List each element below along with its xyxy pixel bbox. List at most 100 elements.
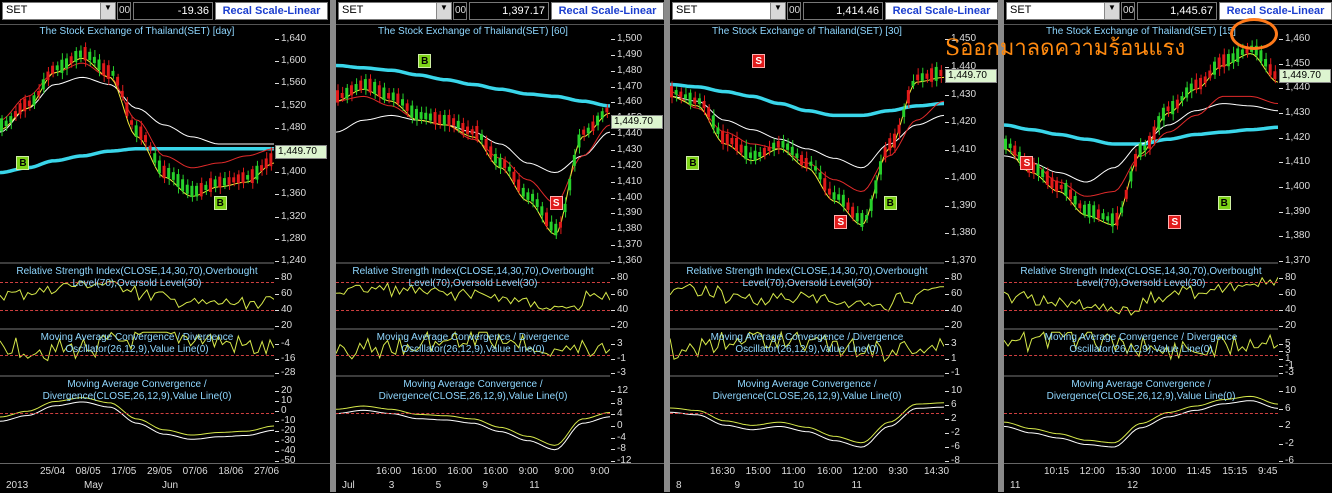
time-tick-label: 15:30: [1115, 466, 1141, 477]
candle: [377, 85, 381, 97]
sell-signal-marker[interactable]: S: [1020, 155, 1034, 170]
candle: [1222, 54, 1226, 68]
axis-tick-label: 20: [1278, 320, 1297, 331]
candle: [18, 103, 22, 115]
date-tick-label: 10: [793, 480, 805, 491]
candle: [721, 130, 725, 144]
candle: [255, 165, 259, 180]
candle: [558, 221, 562, 228]
level-line: [0, 310, 274, 312]
sell-signal-marker[interactable]: S: [1168, 215, 1182, 230]
candle: [531, 193, 535, 202]
candle: [157, 160, 161, 174]
candle: [670, 85, 673, 98]
candle: [213, 179, 217, 187]
price-axis[interactable]: 1,460 1,450 1,440 1,430 1,420 1,410 1,400 1,390…: [1278, 25, 1332, 466]
buy-signal-marker[interactable]: B: [418, 53, 432, 68]
axis-tick-label: 1,400: [610, 191, 643, 203]
candle: [1157, 116, 1161, 130]
date-tick-label: 8: [676, 480, 682, 491]
candle: [1008, 143, 1012, 148]
sell-signal-marker[interactable]: S: [834, 215, 848, 230]
time-axis[interactable]: 16:00 16:00 16:00 16:00 9:00 9:00 9:00 Jul 3 5 9 11: [336, 463, 666, 493]
zero-line: [336, 413, 610, 415]
candle: [767, 146, 771, 152]
candle: [1036, 164, 1040, 175]
candle: [1231, 53, 1235, 63]
candle: [674, 90, 678, 95]
buy-signal-marker[interactable]: B: [16, 155, 30, 170]
candle: [41, 79, 45, 90]
price-axis[interactable]: 1,5001,4901,4801,4701,4601,4501,4401,430…: [610, 25, 666, 466]
buy-signal-marker[interactable]: B: [686, 155, 700, 170]
axis-tick-label: 1,450: [1278, 57, 1311, 69]
panel-divider[interactable]: [998, 0, 1004, 492]
macd-title: Moving Average Convergence / Divergence(…: [378, 379, 568, 402]
candle: [27, 100, 31, 107]
candle: [1143, 145, 1147, 151]
panel-divider[interactable]: [330, 0, 336, 492]
price-axis[interactable]: 1,450 1,440 1,430 1,420 1,410 1,400 1,390 1,380…: [944, 25, 1000, 466]
candle: [800, 155, 804, 165]
time-axis[interactable]: 10:15 12:00 15:30 10:00 11:45 15:15 9:45 11 12: [1004, 463, 1332, 493]
time-axis[interactable]: 16:30 15:00 11:00 16:00 12:00 9:30 14:30 8 9 10 11: [670, 463, 1000, 493]
axis-tick-label: 60: [610, 288, 629, 299]
candle: [874, 180, 878, 194]
candle: [340, 92, 344, 98]
candle: [1175, 99, 1179, 109]
buy-signal-marker[interactable]: B: [213, 196, 227, 211]
candle: [438, 114, 442, 125]
candle: [730, 137, 734, 145]
candle: [753, 150, 757, 161]
time-tick-label: 12:00: [1079, 466, 1105, 477]
axis-tick-label: 3: [945, 338, 957, 349]
axis-tick-label: 1,420: [610, 159, 643, 171]
candle: [55, 65, 59, 71]
last-price-value: 1,449.70: [1282, 70, 1321, 81]
candle: [23, 98, 27, 112]
candle: [781, 140, 785, 148]
sell-signal-marker[interactable]: S: [549, 196, 563, 211]
candle: [195, 185, 199, 197]
candle: [1161, 107, 1165, 121]
last-price-value: 1,449.70: [614, 116, 653, 127]
osc-title: Moving Average Convergence / Divergence …: [710, 332, 904, 355]
candle: [37, 90, 41, 96]
axis-tick-label: 1,400: [944, 171, 977, 183]
axis-tick-label: -6: [945, 441, 960, 452]
date-tick-label: 11: [529, 480, 540, 491]
osc-title: Moving Average Convergence / Divergence …: [376, 332, 570, 355]
candle: [883, 147, 887, 158]
buy-signal-marker[interactable]: B: [1217, 196, 1231, 211]
axis-tick-label: 20: [274, 320, 293, 331]
candle: [204, 184, 208, 191]
candle: [102, 63, 106, 76]
axis-tick-label: 1,500: [610, 33, 643, 44]
osc-title: Moving Average Convergence / Divergence …: [1044, 332, 1238, 355]
axis-tick-label: 6: [945, 399, 957, 410]
candle: [897, 124, 901, 134]
candle: [1147, 135, 1151, 149]
axis-tick-label: 1,560: [274, 77, 307, 89]
candle: [405, 103, 409, 111]
chart-canvas: [0, 42, 274, 440]
time-axis[interactable]: 25/04 08/05 17/05 29/05 07/06 18/06 27/06 2013 M…: [0, 463, 330, 493]
axis-tick-label: 1,460: [1278, 33, 1311, 44]
buy-signal-marker[interactable]: B: [883, 196, 897, 211]
axis-tick-label: 40: [1278, 304, 1297, 315]
rsi-title: Relative Strength Index(CLOSE,14,30,70),…: [686, 266, 928, 289]
candle: [540, 206, 544, 216]
candle: [823, 178, 827, 191]
axis-tick-label: 1,600: [274, 55, 307, 67]
sell-signal-marker[interactable]: S: [752, 53, 766, 68]
axis-tick-label: 40: [274, 304, 293, 315]
highlight-circle: [1230, 18, 1278, 50]
candle: [181, 179, 185, 192]
candle: [1078, 203, 1082, 209]
panel-divider[interactable]: [664, 0, 670, 492]
candle: [702, 100, 706, 109]
candle: [479, 134, 483, 140]
axis-tick-label: 10: [944, 385, 963, 396]
time-tick-label: 10:00: [1151, 466, 1177, 477]
price-axis[interactable]: 1,6401,6001,5601,5201,4801,4401,4001,360…: [274, 25, 330, 466]
